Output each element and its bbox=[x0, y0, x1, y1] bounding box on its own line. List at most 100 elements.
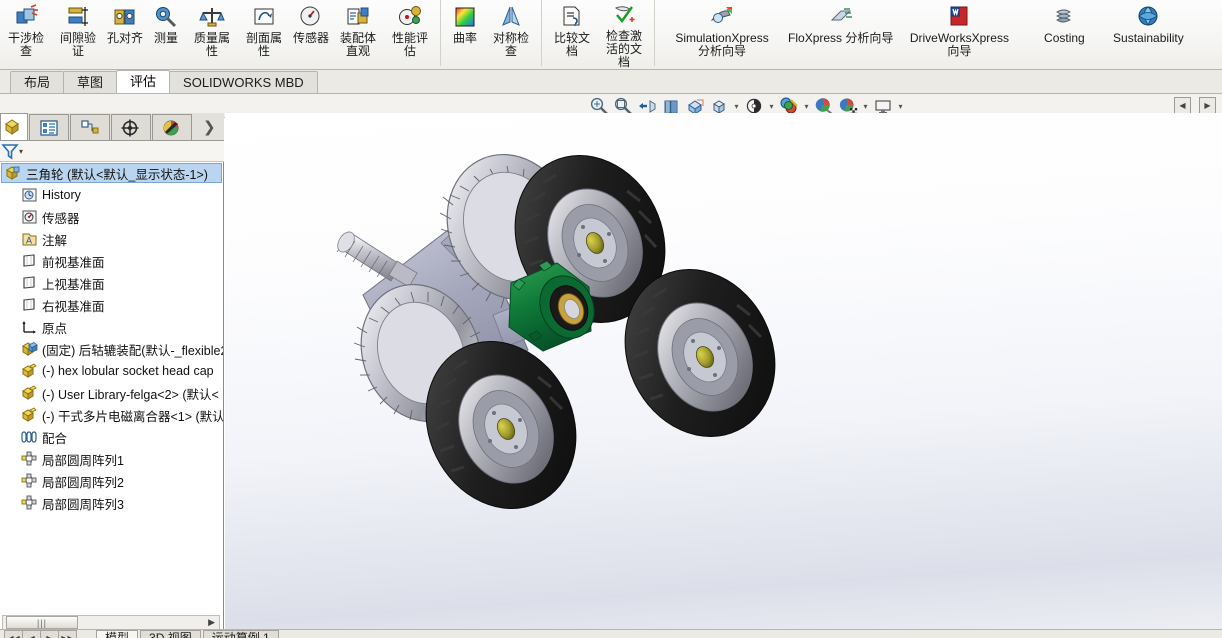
ribbon-button-costing[interactable]: Costing bbox=[1022, 0, 1106, 66]
ribbon-button-performance-evaluation[interactable]: 性能评估 bbox=[384, 0, 436, 66]
ribbon-button-label: 装配体直观 bbox=[340, 31, 377, 58]
simulationxpress-icon bbox=[710, 7, 733, 23]
floxpress-icon bbox=[828, 3, 854, 31]
feature-tree-filter-bar[interactable]: ▾ bbox=[0, 141, 224, 162]
sustainability-icon bbox=[1135, 3, 1161, 31]
display-style-dropdown-caret[interactable]: ▾ bbox=[767, 102, 776, 111]
filter-dropdown-caret[interactable]: ▾ bbox=[19, 147, 23, 156]
history-icon bbox=[20, 187, 39, 204]
ribbon-button-measure[interactable]: 测量 bbox=[146, 0, 186, 66]
ribbon-button-curvature[interactable]: 曲率 bbox=[445, 0, 485, 66]
curvature-icon bbox=[455, 7, 475, 27]
view-setting-dropdown-caret[interactable]: ▾ bbox=[896, 102, 905, 111]
ribbon-button-driveworksxpress[interactable]: DriveWorksXpress 向导 bbox=[896, 0, 1022, 66]
feature-tree-node-label: 传感器 bbox=[42, 211, 80, 226]
feature-tree-node[interactable]: 配合 bbox=[0, 426, 223, 448]
feature-tree-node[interactable]: 传感器 bbox=[0, 206, 223, 228]
scrollbar-right-arrow[interactable]: ▶ bbox=[208, 617, 215, 628]
motion-playback-controls: ◀◀ ◀ ▶ ▶▶ bbox=[4, 630, 77, 638]
playback-button-3[interactable]: ▶▶ bbox=[58, 630, 77, 638]
feature-tree-node[interactable]: 右视基准面 bbox=[0, 294, 223, 316]
command-tab-2[interactable]: 评估 bbox=[116, 70, 171, 93]
panel-expand-chevron-icon[interactable]: ❯ bbox=[203, 118, 216, 140]
playback-button-1[interactable]: ◀ bbox=[22, 630, 41, 638]
graphics-viewport[interactable]: X Y Z bbox=[225, 113, 1222, 638]
part-icon bbox=[22, 363, 37, 378]
filter-funnel-icon[interactable] bbox=[1, 142, 21, 160]
ribbon-button-floxpress[interactable]: FloXpress 分析向导 bbox=[785, 0, 896, 66]
ribbon-button-label: 传感器 bbox=[293, 31, 330, 45]
scrollbar-thumb[interactable]: ||| bbox=[6, 616, 78, 629]
panel-tab-feature-manager-design-tree[interactable] bbox=[0, 113, 28, 140]
section-properties-icon bbox=[254, 8, 274, 25]
feature-tree-node[interactable]: (固定) 后轱辘装配(默认-_flexible2) bbox=[0, 338, 223, 360]
feature-tree-node[interactable]: 局部圆周阵列1 bbox=[0, 448, 223, 470]
measure-icon bbox=[153, 3, 179, 31]
feature-tree-node[interactable]: (-) 干式多片电磁离合器<1> (默认< bbox=[0, 404, 223, 426]
sensor-icon bbox=[298, 3, 324, 31]
subassembly-icon bbox=[22, 342, 38, 356]
ribbon-button-sustainability[interactable]: Sustainability bbox=[1106, 0, 1190, 66]
ribbon-group-separator bbox=[440, 0, 442, 66]
playback-button-0[interactable]: ◀◀ bbox=[4, 630, 23, 638]
ribbon-button-simulationxpress[interactable]: SimulationXpress 分析向导 bbox=[659, 0, 785, 66]
costing-icon bbox=[1056, 9, 1072, 23]
command-tab-1[interactable]: 草图 bbox=[63, 71, 118, 93]
feature-tree-node[interactable]: 前视基准面 bbox=[0, 250, 223, 272]
playback-button-2[interactable]: ▶ bbox=[40, 630, 59, 638]
ribbon-button-section-properties[interactable]: 剖面属性 bbox=[238, 0, 290, 66]
feature-tree-node[interactable]: (-) User Library-felga<2> (默认< bbox=[0, 382, 223, 404]
ribbon-button-compare-documents[interactable]: 比较文档 bbox=[546, 0, 598, 66]
command-tab-3[interactable]: SOLIDWORKS MBD bbox=[169, 71, 318, 93]
ribbon-button-hole-alignment[interactable]: 孔对齐 bbox=[104, 0, 146, 66]
nav-next-button[interactable]: ▶ bbox=[1199, 97, 1216, 114]
hide-show-items-dropdown-caret[interactable]: ▾ bbox=[802, 102, 811, 111]
ribbon-button-interference-check[interactable]: 干涉检查 bbox=[0, 0, 52, 66]
feature-tree-root-node[interactable]: 三角轮 (默认<默认_显示状态-1>) bbox=[1, 163, 222, 183]
panel-tab-configuration-manager[interactable] bbox=[70, 114, 110, 140]
feature-tree-node[interactable]: 局部圆周阵列2 bbox=[0, 470, 223, 492]
ribbon-button-assembly-visualization[interactable]: 装配体直观 bbox=[332, 0, 384, 66]
ribbon-group-separator bbox=[654, 0, 656, 66]
feature-tree-node[interactable]: (-) hex lobular socket head cap bbox=[0, 360, 223, 382]
clearance-verification-icon bbox=[65, 3, 91, 31]
ribbon-button-sensor[interactable]: 传感器 bbox=[290, 0, 332, 66]
feature-tree-node-label: 原点 bbox=[42, 321, 68, 336]
feature-tree-node[interactable]: History bbox=[0, 184, 223, 206]
ribbon-button-mass-properties[interactable]: 质量属性 bbox=[186, 0, 238, 66]
assembly-icon bbox=[6, 166, 20, 180]
feature-tree-node[interactable]: A 注解 bbox=[0, 228, 223, 250]
panel-tab-property-manager[interactable] bbox=[29, 114, 69, 140]
3d-model-tri-wheel-assembly[interactable] bbox=[225, 113, 1222, 638]
ribbon-button-clearance-verification[interactable]: 间隙验证 bbox=[52, 0, 104, 66]
apply-scene-dropdown-caret[interactable]: ▾ bbox=[861, 102, 870, 111]
clearance-verification-icon bbox=[68, 7, 88, 26]
compare-documents-icon bbox=[559, 3, 585, 31]
measure-icon bbox=[156, 7, 177, 28]
command-tab-0[interactable]: 布局 bbox=[10, 71, 65, 93]
view-orientation-box-dropdown-caret[interactable]: ▾ bbox=[732, 102, 741, 111]
bottom-tab-1[interactable]: 3D 视图 bbox=[140, 630, 201, 638]
panel-tab-display-manager[interactable] bbox=[111, 114, 151, 140]
bottom-tab-0[interactable]: 模型 bbox=[96, 630, 139, 638]
nav-previous-button[interactable]: ◀ bbox=[1174, 97, 1191, 114]
feature-tree-node-label: 前视基准面 bbox=[42, 255, 105, 270]
feature-tree-node[interactable]: 原点 bbox=[0, 316, 223, 338]
symmetry-check-icon bbox=[502, 6, 520, 26]
ribbon-button-label: 质量属性 bbox=[194, 31, 231, 58]
ribbon-button-symmetry-check[interactable]: 对称检查 bbox=[485, 0, 537, 66]
panel-tab-appearance-manager[interactable] bbox=[152, 114, 192, 140]
feature-tree-node-label: (固定) 后轱辘装配(默认-_flexible2) bbox=[42, 343, 223, 358]
bottom-tab-2[interactable]: 运动算例 1 bbox=[202, 630, 279, 638]
mates-icon bbox=[20, 429, 39, 446]
ribbon-button-label: 孔对齐 bbox=[107, 31, 144, 45]
feature-tree-node[interactable]: 上视基准面 bbox=[0, 272, 223, 294]
ribbon-group-xpress-tools: SimulationXpress 分析向导 FloXpress 分析向导 Drive… bbox=[659, 0, 1190, 70]
feature-tree[interactable]: 三角轮 (默认<默认_显示状态-1>) History 传感器 A 注解前视基准面上视基… bbox=[0, 162, 223, 617]
interference-check-icon bbox=[16, 4, 38, 24]
ribbon-button-check-active-document[interactable]: 检查激活的文档▾ bbox=[598, 0, 650, 78]
feature-tree-node[interactable]: 局部圆周阵列3 bbox=[0, 492, 223, 514]
feature-tree-horizontal-scrollbar[interactable]: ||| ▶ bbox=[2, 615, 220, 630]
feature-tree-node-label: 局部圆周阵列3 bbox=[42, 497, 124, 512]
part-icon bbox=[20, 407, 39, 424]
